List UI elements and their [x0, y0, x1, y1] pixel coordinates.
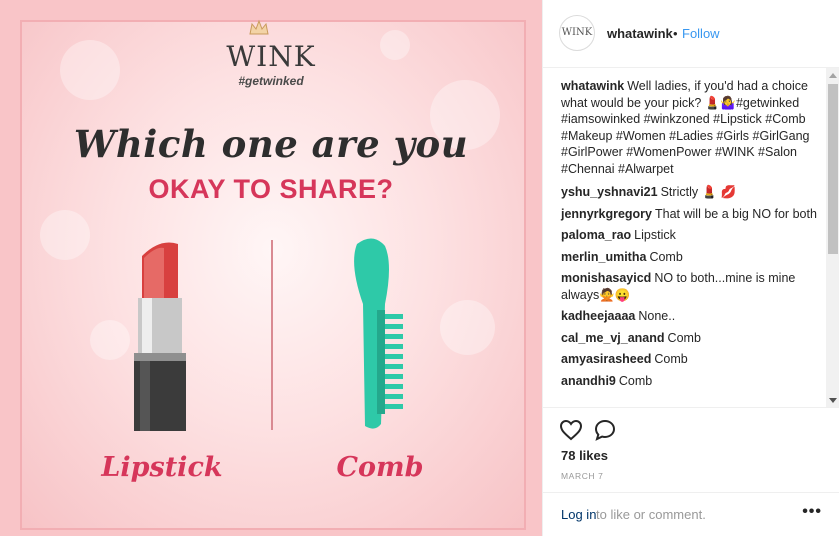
- comment-username[interactable]: jennyrkgregory: [561, 207, 652, 221]
- comment-text: Comb: [618, 373, 653, 388]
- scroll-up-arrow-icon[interactable]: [829, 73, 837, 78]
- comment-username[interactable]: kadheejaaaa: [561, 309, 635, 323]
- comment-username[interactable]: monishasayicd: [561, 271, 651, 285]
- comment-text: Comb: [667, 330, 701, 345]
- caption: whatawink Well ladies, if you'd had a cho…: [561, 78, 823, 177]
- brand-logo: WINK: [226, 40, 316, 73]
- post-image: WINK #getwinked Which one are you OKAY T…: [0, 0, 542, 536]
- comment-text: Strictly 💄 💋: [660, 185, 737, 199]
- scroll-down-arrow-icon[interactable]: [829, 398, 837, 403]
- option-divider: [271, 240, 273, 430]
- like-count[interactable]: 78 likes: [561, 448, 608, 463]
- comment-username[interactable]: cal_me_vj_anand: [561, 331, 665, 345]
- caption-username[interactable]: whatawink: [561, 79, 624, 93]
- scroll-thumb[interactable]: [828, 84, 838, 254]
- comment-username[interactable]: anandhi9: [561, 374, 616, 388]
- list-item: jennyrkgregory That will be a big NO for …: [561, 206, 823, 223]
- post-header: WINK whatawink • Follow: [543, 0, 839, 68]
- post-date[interactable]: MARCH 7: [561, 471, 603, 481]
- comment-text: None..: [638, 309, 676, 323]
- avatar[interactable]: WINK: [559, 15, 595, 51]
- bokeh-circle: [40, 210, 90, 260]
- comment-text: Comb: [654, 352, 688, 366]
- comment-username[interactable]: yshu_yshnavi21: [561, 185, 658, 199]
- option-label-lipstick: Lipstick: [101, 452, 223, 483]
- comments-scrollbar[interactable]: [826, 68, 839, 407]
- header-username[interactable]: whatawink: [607, 26, 673, 41]
- comment-list: whatawink Well ladies, if you'd had a cho…: [561, 78, 823, 394]
- login-prompt-text: to like or comment.: [596, 507, 706, 522]
- comment-icon[interactable]: [593, 418, 617, 442]
- comment-username[interactable]: paloma_rao: [561, 228, 631, 242]
- list-item: monishasayicd NO to both...mine is mine a…: [561, 270, 823, 303]
- list-item: amyasirasheed Comb: [561, 351, 823, 368]
- lipstick-illustration: [134, 242, 186, 431]
- header-separator: •: [673, 26, 678, 41]
- post-side-panel: WINK whatawink • Follow whatawink Well la…: [542, 0, 839, 536]
- comment-username[interactable]: merlin_umitha: [561, 250, 646, 264]
- list-item: anandhi9 Comb: [561, 373, 823, 390]
- list-item: yshu_yshnavi21 Strictly 💄 💋: [561, 184, 823, 201]
- comments-section: whatawink Well ladies, if you'd had a cho…: [543, 68, 839, 408]
- list-item: cal_me_vj_anand Comb: [561, 330, 823, 347]
- crown-logo-icon: [249, 19, 269, 35]
- caption-text: Well ladies, if you'd had a choice what …: [561, 79, 810, 176]
- option-label-comb: Comb: [336, 452, 424, 483]
- comment-text: Lipstick: [634, 228, 676, 242]
- comment-text: That will be a big NO for both: [655, 206, 817, 221]
- list-item: merlin_umitha Comb: [561, 249, 823, 266]
- more-options-icon[interactable]: •••: [802, 503, 822, 521]
- login-link[interactable]: Log in: [561, 507, 596, 522]
- heart-icon[interactable]: [559, 418, 583, 442]
- follow-button[interactable]: Follow: [682, 26, 720, 41]
- list-item: paloma_rao Lipstick: [561, 227, 823, 244]
- comment-username[interactable]: amyasirasheed: [561, 352, 651, 366]
- post-subheadline: OKAY TO SHARE?: [148, 174, 394, 204]
- brand-hashtag: #getwinked: [238, 74, 304, 88]
- bokeh-circle: [440, 300, 495, 355]
- comment-text: Comb: [649, 249, 683, 264]
- list-item: kadheejaaaa None..: [561, 308, 823, 325]
- post-headline: Which one are you: [73, 122, 469, 166]
- post-footer: Log in to like or comment. •••: [543, 492, 839, 536]
- comb-illustration: [354, 238, 403, 429]
